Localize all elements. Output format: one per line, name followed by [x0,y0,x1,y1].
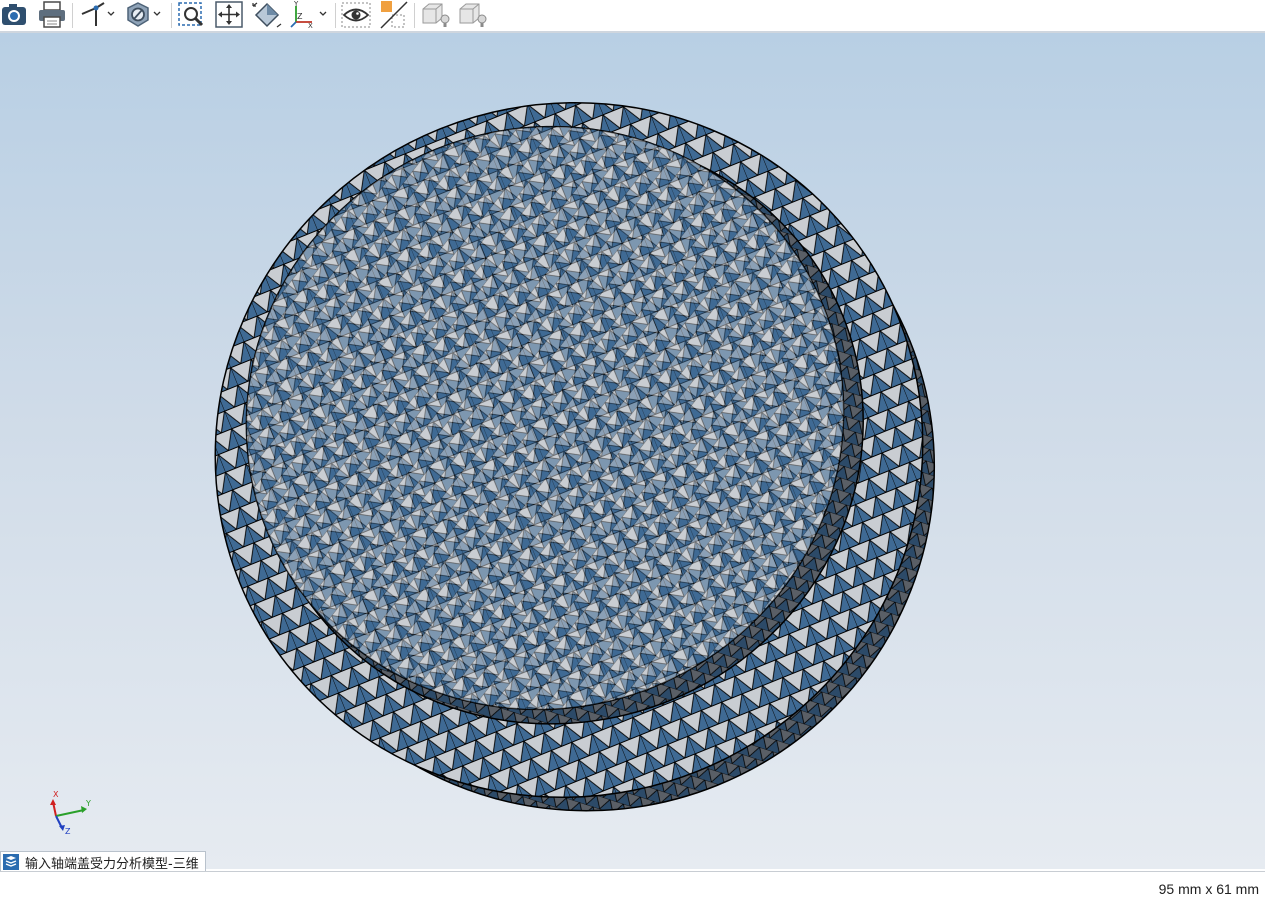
orientation-triad: X Y Z [50,790,91,836]
toolbar-separator [335,3,336,28]
light-box-icon-2[interactable] [457,0,489,30]
toolbar-axis-y: Y [293,0,299,8]
toolbar-axis-z: Z [297,12,303,21]
zoom-window-icon[interactable] [176,0,206,30]
3d-viewport[interactable]: X Y Z [0,33,1265,869]
triad-y-label: Y [85,799,91,808]
triad-z-label: Z [65,827,71,836]
printer-icon[interactable] [36,0,68,30]
triad-x-label: X [53,790,59,799]
camera-icon[interactable] [0,0,30,30]
coordinate-axes-dropdown[interactable]: Y Z X [288,0,330,30]
hide-hexagon-dropdown[interactable] [124,0,166,30]
model-dimensions: 95 mm x 61 mm [1158,881,1259,897]
meshed-end-cap-model[interactable] [0,33,1265,869]
pan-icon[interactable] [214,0,244,30]
toolbar-axis-x: X [308,22,313,30]
view-eye-icon[interactable] [340,0,372,30]
zoom-fit-icon[interactable] [251,0,283,30]
toolbar-separator [72,3,73,28]
toolbar-separator [171,3,172,28]
document-tab-label: 输入轴端盖受力分析模型-三维 [25,856,199,872]
document-tab[interactable]: 输入轴端盖受力分析模型-三维 [0,851,206,872]
status-bar: 95 mm x 61 mm [0,871,1265,906]
toolbar: Y Z X [0,0,1265,32]
toolbar-separator [414,3,415,28]
model-document-icon [3,854,19,870]
light-box-icon[interactable] [420,0,452,30]
section-plane-icon[interactable] [378,0,410,30]
axis-triad-dropdown[interactable] [76,0,118,30]
